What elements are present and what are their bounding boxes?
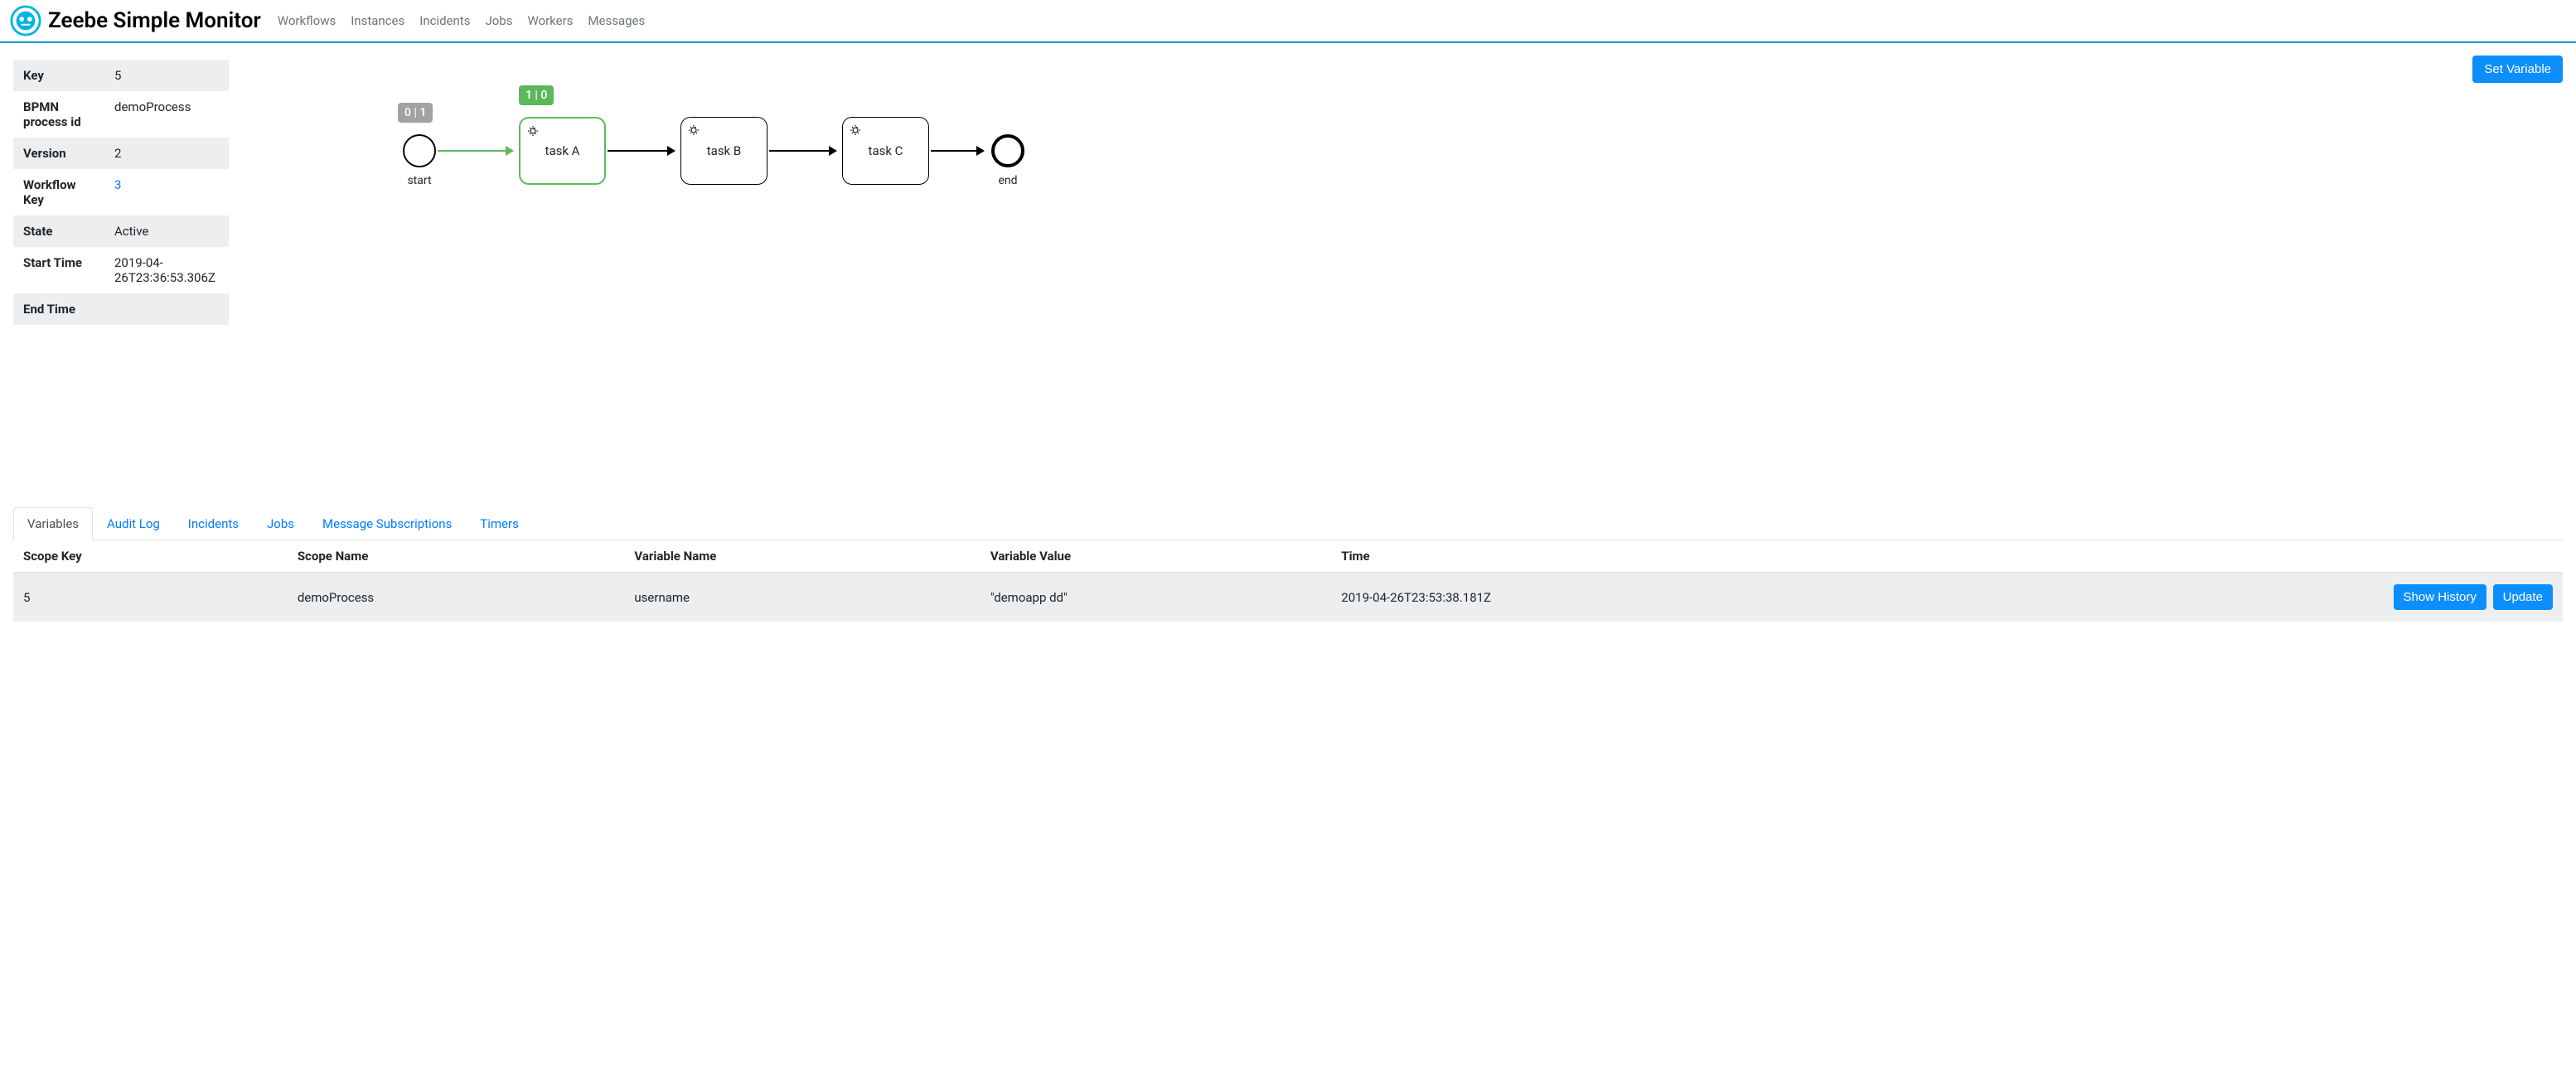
- app-title: Zeebe Simple Monitor: [48, 8, 261, 33]
- info-label: Start Time: [13, 247, 104, 293]
- start-counter-badge: 0 | 1: [398, 103, 433, 123]
- tab-variables[interactable]: Variables: [13, 507, 93, 540]
- header-scope-name: Scope Name: [288, 540, 625, 573]
- sequence-flow-a-b: [608, 150, 674, 152]
- task-box: task B: [680, 117, 767, 185]
- detail-tabs: Variables Audit Log Incidents Jobs Messa…: [13, 507, 2563, 540]
- cell-actions: Show History Update: [1925, 573, 2563, 622]
- task-box: task A: [519, 117, 606, 185]
- info-label: BPMN process id: [13, 91, 104, 138]
- info-row-workflow-key: Workflow Key 3: [13, 169, 229, 215]
- zeebe-logo-icon: [10, 5, 41, 36]
- cell-var-name: username: [624, 573, 980, 622]
- info-value: demoProcess: [104, 91, 229, 138]
- nav-workflows[interactable]: Workflows: [278, 13, 336, 28]
- nav-incidents[interactable]: Incidents: [419, 13, 470, 28]
- nav-workers[interactable]: Workers: [527, 13, 573, 28]
- service-task-icon: [525, 123, 540, 138]
- info-value: 5: [104, 60, 229, 91]
- bpmn-diagram: 0 | 1 start 1 | 0 task A task B: [254, 101, 2563, 317]
- task-a[interactable]: 1 | 0 task A: [519, 117, 606, 185]
- table-header-row: Scope Key Scope Name Variable Name Varia…: [13, 540, 2563, 573]
- info-row-end-time: End Time: [13, 293, 229, 325]
- service-task-icon: [848, 123, 863, 138]
- task-box: task C: [842, 117, 929, 185]
- instance-detail-row: Set Variable Key 5 BPMN process id demoP…: [13, 60, 2563, 325]
- tab-timers[interactable]: Timers: [466, 507, 533, 540]
- end-event-circle: [991, 134, 1024, 167]
- service-task-icon: [686, 123, 701, 138]
- sequence-flow-start-a: [438, 150, 512, 152]
- info-label: Version: [13, 138, 104, 169]
- tab-incidents[interactable]: Incidents: [174, 507, 253, 540]
- task-c[interactable]: task C: [842, 117, 929, 185]
- sequence-flow-c-end: [931, 150, 983, 152]
- info-label: State: [13, 215, 104, 247]
- info-row-bpmn: BPMN process id demoProcess: [13, 91, 229, 138]
- nav-jobs[interactable]: Jobs: [485, 13, 512, 28]
- header-actions: [1925, 540, 2563, 573]
- header-var-name: Variable Name: [624, 540, 980, 573]
- cell-scope-name: demoProcess: [288, 573, 625, 622]
- cell-var-value: "demoapp dd": [981, 573, 1331, 622]
- table-row: 5 demoProcess username "demoapp dd" 2019…: [13, 573, 2563, 622]
- nav-links: Workflows Instances Incidents Jobs Worke…: [278, 13, 645, 28]
- end-label: end: [998, 174, 1017, 187]
- end-event[interactable]: end: [991, 134, 1024, 167]
- set-variable-button[interactable]: Set Variable: [2472, 56, 2563, 83]
- start-label: start: [407, 174, 431, 187]
- header-scope-key: Scope Key: [13, 540, 288, 573]
- info-value: 2019-04-26T23:36:53.306Z: [104, 247, 229, 293]
- navbar: Zeebe Simple Monitor Workflows Instances…: [0, 0, 2576, 43]
- tab-jobs[interactable]: Jobs: [253, 507, 308, 540]
- update-button[interactable]: Update: [2493, 584, 2553, 610]
- sequence-flow-b-c: [769, 150, 835, 152]
- instance-info-table: Key 5 BPMN process id demoProcess Versio…: [13, 60, 229, 325]
- start-event[interactable]: 0 | 1 start: [403, 134, 436, 167]
- nav-messages[interactable]: Messages: [588, 13, 645, 28]
- task-c-label: task C: [869, 143, 903, 158]
- main-content: Set Variable Key 5 BPMN process id demoP…: [0, 43, 2576, 638]
- brand[interactable]: Zeebe Simple Monitor: [10, 5, 261, 36]
- info-value: 2: [104, 138, 229, 169]
- info-row-key: Key 5: [13, 60, 229, 91]
- info-row-start-time: Start Time 2019-04-26T23:36:53.306Z: [13, 247, 229, 293]
- task-b[interactable]: task B: [680, 117, 767, 185]
- info-label: Workflow Key: [13, 169, 104, 215]
- info-label: Key: [13, 60, 104, 91]
- info-row-state: State Active: [13, 215, 229, 247]
- tab-message-subscriptions[interactable]: Message Subscriptions: [308, 507, 466, 540]
- start-event-circle: [403, 134, 436, 167]
- info-row-version: Version 2: [13, 138, 229, 169]
- info-value: Active: [104, 215, 229, 247]
- task-a-label: task A: [545, 143, 580, 158]
- task-a-counter-badge: 1 | 0: [519, 85, 554, 105]
- show-history-button[interactable]: Show History: [2394, 584, 2486, 610]
- task-b-label: task B: [707, 143, 741, 158]
- nav-instances[interactable]: Instances: [351, 13, 404, 28]
- workflow-key-link[interactable]: 3: [114, 177, 121, 192]
- cell-time: 2019-04-26T23:53:38.181Z: [1331, 573, 1924, 622]
- header-var-value: Variable Value: [981, 540, 1331, 573]
- info-value: [104, 293, 229, 325]
- tab-audit-log[interactable]: Audit Log: [93, 507, 174, 540]
- info-label: End Time: [13, 293, 104, 325]
- cell-scope-key: 5: [13, 573, 288, 622]
- header-time: Time: [1331, 540, 1924, 573]
- variables-table: Scope Key Scope Name Variable Name Varia…: [13, 540, 2563, 622]
